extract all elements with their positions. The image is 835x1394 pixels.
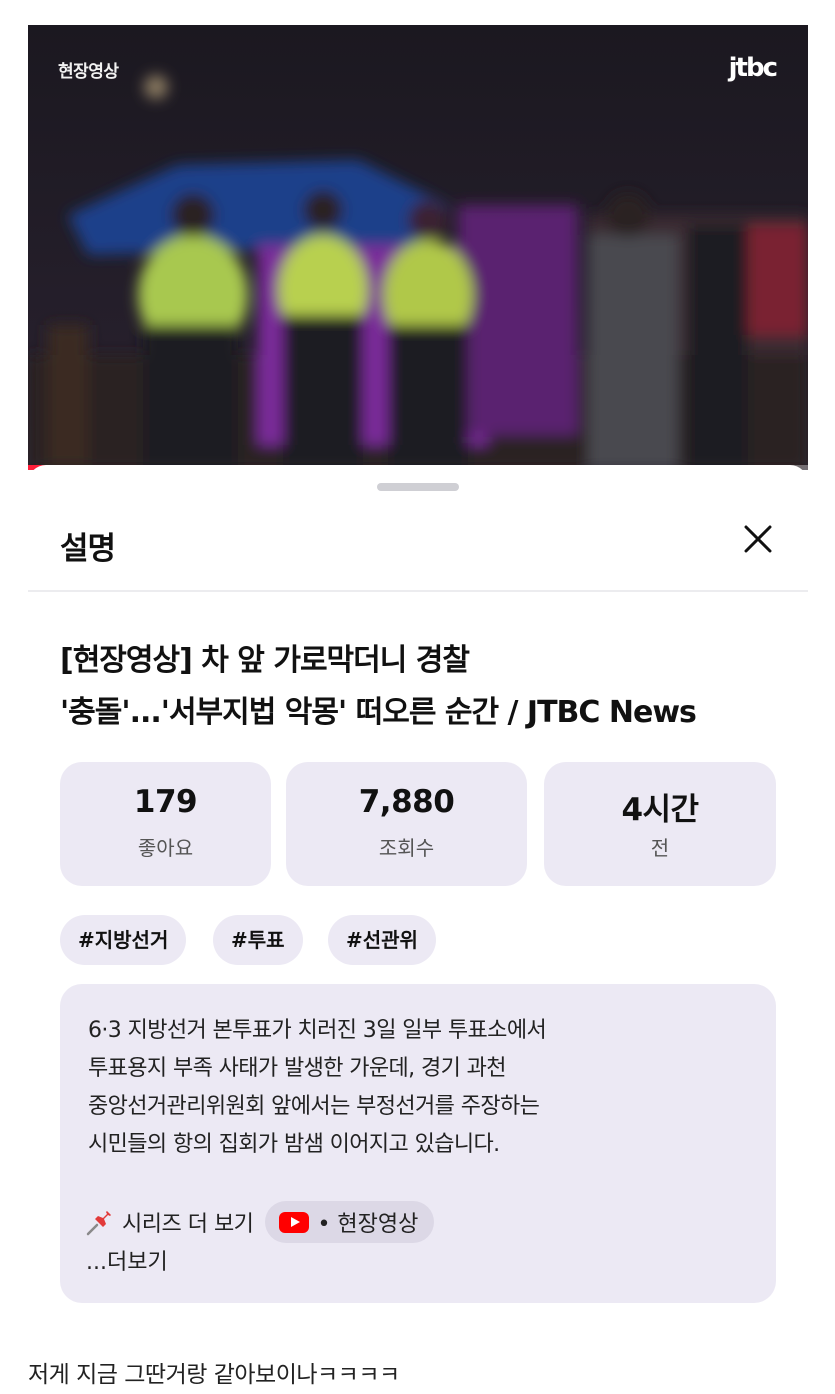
video-title: [현장영상] 차 앞 가로막더니 경찰 '충돌'...'서부지법 악몽' 떠오른… [60, 635, 790, 739]
upload-time-value: 4시간 [621, 792, 699, 828]
description-box: 6·3 지방선거 본투표가 치러진 3일 일부 투표소에서 투표용지 부족 사태… [60, 984, 776, 1303]
views-stat: 7,880 조회수 [286, 762, 527, 886]
show-more-link[interactable]: ...더보기 [86, 1244, 168, 1276]
youtube-icon [279, 1211, 310, 1233]
description-line: 시민들의 항의 집회가 밤샘 이어지고 있습니다. [88, 1132, 500, 1157]
sheet-title: 설명 [60, 531, 116, 567]
jtbc-logo: jtbc [728, 53, 778, 83]
pushpin-icon [86, 1211, 111, 1236]
description-text: 6·3 지방선거 본투표가 치러진 3일 일부 투표소에서 투표용지 부족 사태… [88, 1012, 758, 1164]
description-sheet: 설명 [현장영상] 차 앞 가로막더니 경찰 '충돌'...'서부지법 악몽' … [28, 465, 808, 1394]
views-count: 7,880 [358, 784, 455, 820]
upload-time-label: 전 [650, 836, 670, 860]
video-title-line: [현장영상] 차 앞 가로막더니 경찰 [60, 643, 470, 678]
video-frame [28, 25, 808, 470]
series-row: 시리즈 더 보기 • 현장영상 [84, 1201, 435, 1243]
series-chip[interactable]: • 현장영상 [265, 1201, 435, 1243]
likes-label: 좋아요 [137, 836, 194, 860]
views-label: 조회수 [378, 836, 435, 860]
description-line: 투표용지 부족 사태가 발생한 가운데, 경기 과천 [88, 1056, 507, 1081]
close-button[interactable] [736, 517, 780, 561]
video-overlay-label: 현장영상 [58, 62, 119, 82]
stats-row: 179 좋아요 7,880 조회수 4시간 전 [60, 762, 776, 886]
series-chip-label: • 현장영상 [317, 1212, 419, 1237]
likes-count: 179 [133, 784, 198, 820]
hashtag-chip[interactable]: #선관위 [328, 915, 436, 965]
hashtag-chip[interactable]: #지방선거 [60, 915, 187, 965]
likes-stat: 179 좋아요 [60, 762, 271, 886]
hashtag-chip[interactable]: #투표 [213, 915, 303, 965]
comment-text: 저게 지금 그딴거랑 같아보이나ㅋㅋㅋㅋ [28, 1362, 400, 1388]
description-line: 6·3 지방선거 본투표가 치러진 3일 일부 투표소에서 [88, 1018, 547, 1043]
upload-time-stat: 4시간 전 [544, 762, 776, 886]
drag-handle[interactable] [377, 483, 459, 491]
video-title-line: '충돌'...'서부지법 악몽' 떠오른 순간 / JTBC News [60, 695, 697, 730]
divider [28, 590, 808, 592]
close-icon [744, 525, 772, 553]
video-player[interactable]: 현장영상 jtbc [28, 25, 808, 470]
description-line: 중앙선거관리위원회 앞에서는 부정선거를 주장하는 [88, 1094, 540, 1119]
series-more-label[interactable]: 시리즈 더 보기 [122, 1206, 254, 1238]
